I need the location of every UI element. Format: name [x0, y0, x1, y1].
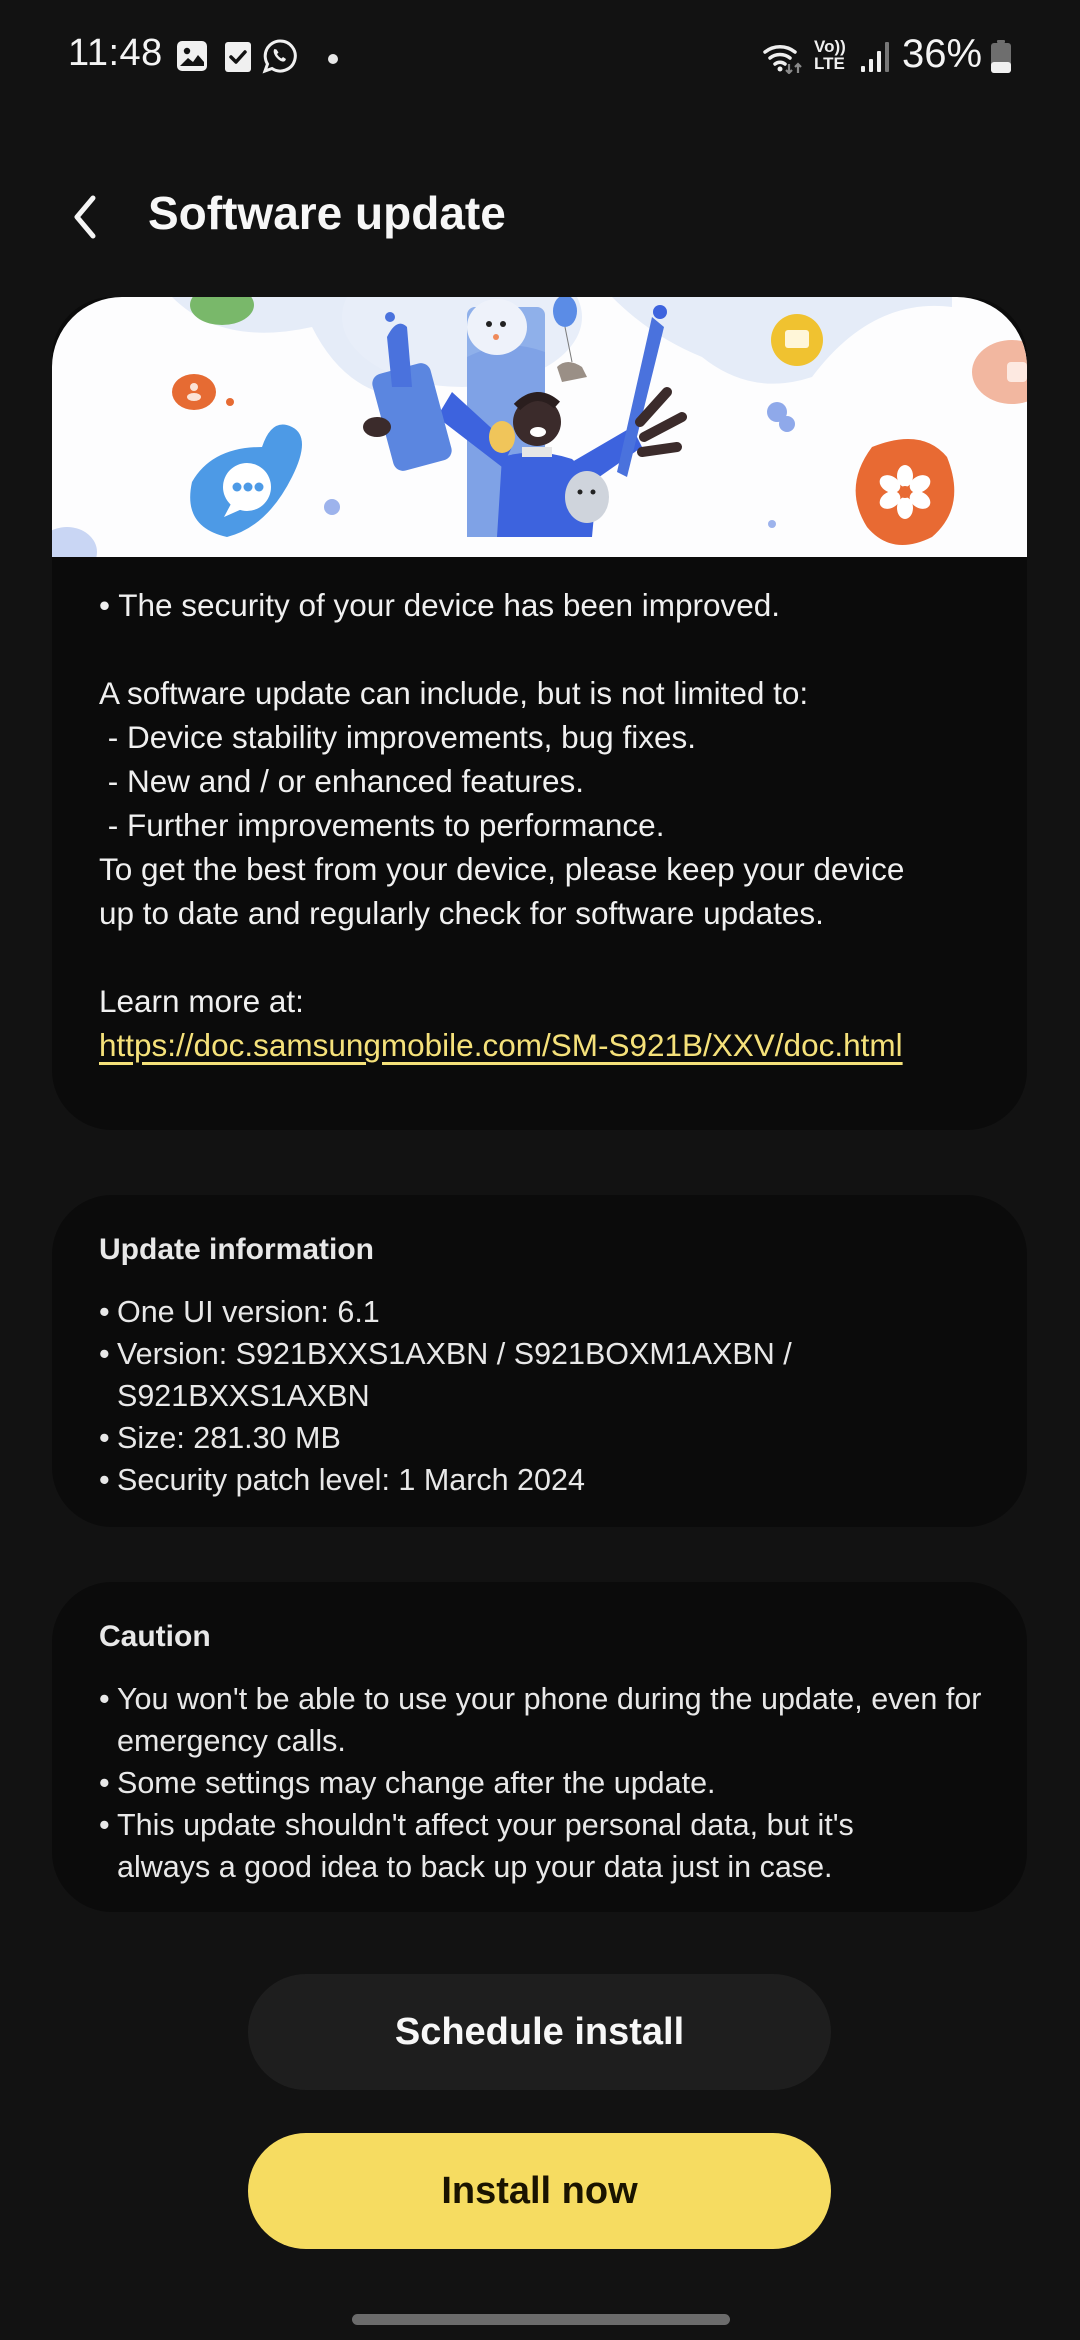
gallery-icon [176, 40, 208, 77]
update-information-card: Update information One UI version: 6.1 V… [52, 1195, 1027, 1527]
wifi-icon [762, 40, 804, 79]
caution-item: This update shouldn't affect your person… [99, 1804, 919, 1888]
notes-line: • The security of your device has been i… [99, 587, 781, 623]
notes-line [99, 627, 981, 671]
caution-item: You won't be able to use your phone duri… [99, 1678, 989, 1762]
hero-illustration [52, 297, 1027, 557]
dot-icon [328, 51, 338, 69]
notes-line: To get the best from your device, please… [99, 851, 905, 887]
battery-icon [990, 40, 1012, 79]
learn-more-link[interactable]: https://doc.samsungmobile.com/SM-S921B/X… [99, 1023, 903, 1067]
battery-percent: 36% [902, 32, 983, 76]
notes-line: up to date and regularly check for softw… [99, 895, 824, 931]
install-now-button[interactable]: Install now [248, 2133, 831, 2249]
info-item-version: Version: S921BXXS1AXBN / S921BOXM1AXBN /… [99, 1333, 839, 1417]
back-button[interactable] [50, 182, 120, 252]
notes-line: A software update can include, but is no… [99, 675, 809, 711]
caution-card: Caution You won't be able to use your ph… [52, 1582, 1027, 1912]
notes-line: - Further improvements to performance. [99, 807, 665, 843]
app-header: Software update [0, 160, 1080, 270]
volte-icon: Vo)) LTE [814, 38, 850, 73]
notes-line: - Device stability improvements, bug fix… [99, 719, 696, 755]
chevron-left-icon [74, 195, 96, 239]
release-notes-text: • The security of your device has been i… [52, 557, 1027, 1067]
home-indicator[interactable] [352, 2314, 730, 2325]
caution-item: Some settings may change after the updat… [99, 1762, 980, 1804]
notes-line: - New and / or enhanced features. [99, 763, 585, 799]
caution-heading: Caution [99, 1620, 211, 1653]
status-bar: 11:48 Vo)) LTE 36% [0, 0, 1080, 110]
volte-label-bottom: LTE [814, 54, 845, 73]
update-information-heading: Update information [99, 1233, 374, 1266]
signal-icon [860, 40, 890, 77]
info-item-size: Size: 281.30 MB [99, 1417, 980, 1459]
notes-line [99, 935, 981, 979]
learn-more-label: Learn more at: [99, 983, 304, 1019]
info-item-oneui: One UI version: 6.1 [99, 1291, 980, 1333]
volte-label-top: Vo)) [814, 37, 846, 56]
schedule-install-button[interactable]: Schedule install [248, 1974, 831, 2090]
checkbox-icon [224, 41, 252, 78]
status-time: 11:48 [68, 32, 163, 74]
info-item-security-patch: Security patch level: 1 March 2024 [99, 1459, 980, 1501]
release-notes-card: • The security of your device has been i… [52, 297, 1027, 1130]
page-title: Software update [148, 187, 506, 239]
whatsapp-icon [262, 38, 298, 79]
